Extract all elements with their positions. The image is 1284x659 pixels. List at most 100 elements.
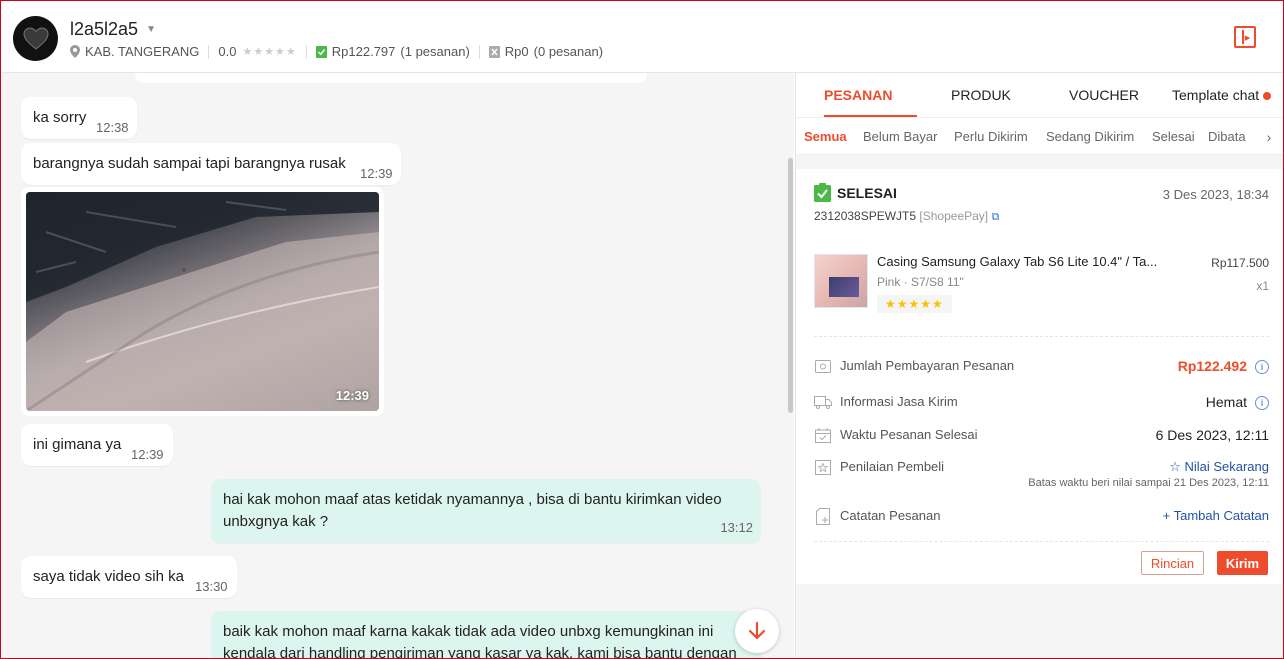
order-detail-button[interactable]: Rincian <box>1141 551 1204 575</box>
buyer-meta: KAB. TANGERANG 0.0 ★★★★★ Rp122.797 (1 pe… <box>70 44 603 59</box>
buyer-review-label: Penilaian Pembeli <box>840 459 945 474</box>
truck-icon <box>814 394 832 410</box>
unpaid-amount: Rp0 <box>504 44 529 59</box>
message-time: 13:12 <box>720 520 753 535</box>
external-link-icon[interactable]: ⧉ <box>991 211 999 223</box>
subtab-dibatalkan[interactable]: Dibata <box>1208 129 1246 144</box>
divider <box>305 44 307 59</box>
note-icon <box>814 507 832 525</box>
payment-total-value: Rp122.492 i <box>1177 358 1269 375</box>
message-text: ka sorry <box>33 109 87 126</box>
subtab-belum-bayar[interactable]: Belum Bayar <box>863 129 937 144</box>
payment-method: [ShopeePay] <box>919 209 989 223</box>
unpaid-count: (0 pesanan) <box>533 44 604 59</box>
tab-produk[interactable]: PRODUK <box>951 87 1011 103</box>
divider <box>478 44 480 59</box>
calendar-check-icon <box>814 427 832 443</box>
shipping-method: Hemat <box>1205 394 1247 410</box>
order-complete-icon <box>814 183 831 202</box>
order-id: 2312038SPEWJT5 <box>814 209 917 223</box>
heart-icon <box>22 26 49 50</box>
unpaid-order-icon <box>488 45 500 58</box>
send-order-button[interactable]: Kirim <box>1217 551 1268 575</box>
message-time: 12:39 <box>131 447 164 462</box>
notification-dot <box>1263 92 1272 101</box>
product-item[interactable]: Casing Samsung Galaxy Tab S6 Lite 10.4" … <box>814 254 1269 324</box>
username: l2a5l2a5 <box>70 19 139 39</box>
username-dropdown[interactable]: l2a5l2a5 ▼ <box>70 19 156 40</box>
message-incoming[interactable]: ini gimana ya 12:39 <box>21 424 173 466</box>
message-time: 12:39 <box>335 388 369 403</box>
message-text: hai kak mohon maaf atas ketidak nyamanny… <box>223 491 722 530</box>
buyer-review-row: Penilaian Pembeli ☆ Nilai Sekarang Batas… <box>814 459 1269 495</box>
product-rating-stars: ★★★★★ <box>877 295 952 313</box>
message-text: ini gimana ya <box>33 436 122 453</box>
message-text: saya tidak video sih ka <box>33 568 184 585</box>
message-incoming[interactable]: ka sorry 12:38 <box>21 97 137 139</box>
payment-icon <box>814 358 832 374</box>
scrollbar-thumb[interactable] <box>788 158 793 413</box>
payment-total-label: Jumlah Pembayaran Pesanan <box>840 358 1015 373</box>
subtab-perlu-dikirim[interactable]: Perlu Dikirim <box>954 129 1028 144</box>
message-time: 12:38 <box>96 120 129 135</box>
collapse-panel-button[interactable]: ▸ <box>1234 26 1256 48</box>
subtab-sedang-dikirim[interactable]: Sedang Dikirim <box>1046 129 1134 144</box>
info-icon[interactable]: i <box>1255 360 1269 375</box>
arrow-down-icon <box>748 621 766 640</box>
tab-label: Template chat <box>1172 87 1260 103</box>
order-note-label: Catatan Pesanan <box>840 508 941 523</box>
subtab-semua[interactable]: Semua <box>804 129 847 144</box>
buyer-rating: 0.0 <box>218 44 237 59</box>
rate-now-link[interactable]: ☆ Nilai Sekarang <box>1169 459 1269 475</box>
avatar[interactable] <box>13 16 58 61</box>
product-thumbnail[interactable] <box>814 254 868 308</box>
product-quantity: x1 <box>1256 279 1269 293</box>
arrow-right-icon: ▸ <box>1244 31 1251 44</box>
divider <box>208 44 210 59</box>
message-outgoing[interactable]: baik kak mohon maaf karna kakak tidak ad… <box>211 611 761 658</box>
message-time: 12:39 <box>360 166 393 181</box>
message-time: 13:30 <box>195 579 228 594</box>
divider <box>814 541 1269 542</box>
message-incoming[interactable]: saya tidak video sih ka 13:30 <box>21 556 237 598</box>
product-variant: Pink · S7/S8 11" <box>877 275 964 289</box>
shipping-value: Hemat i <box>1205 394 1269 411</box>
rating-stars-icon: ★★★★★ <box>242 46 297 58</box>
payment-total-amount: Rp122.492 <box>1177 358 1247 374</box>
paid-count: (1 pesanan) <box>400 44 470 59</box>
chat-window: l2a5l2a5 ▼ KAB. TANGERANG 0.0 ★★★★★ Rp12… <box>0 0 1284 659</box>
product-photo[interactable]: 12:39 <box>26 192 379 411</box>
scroll-to-bottom-button[interactable] <box>735 609 779 653</box>
tab-template-chat[interactable]: Template chat <box>1172 87 1272 103</box>
product-name: Casing Samsung Galaxy Tab S6 Lite 10.4" … <box>877 254 1158 269</box>
chat-scrollbar[interactable] <box>786 73 794 658</box>
message-bubble-partial <box>135 73 647 83</box>
tab-pesanan[interactable]: PESANAN <box>824 87 892 103</box>
panel-tabs: PESANAN PRODUK VOUCHER Template chat <box>796 73 1283 118</box>
message-incoming[interactable]: barangnya sudah sampai tapi barangnya ru… <box>21 143 401 185</box>
message-text: barangnya sudah sampai tapi barangnya ru… <box>33 155 346 172</box>
order-card: SELESAI 3 Des 2023, 18:34 2312038SPEWJT5… <box>796 169 1283 584</box>
info-icon[interactable]: i <box>1255 396 1269 411</box>
shipping-info-row: Informasi Jasa Kirim Hemat i <box>814 394 1269 414</box>
order-date: 3 Des 2023, 18:34 <box>1162 187 1269 202</box>
add-note-link[interactable]: + Tambah Catatan <box>1163 508 1269 523</box>
chat-messages[interactable]: ka sorry 12:38 barangnya sudah sampai ta… <box>2 73 794 658</box>
shipping-label: Informasi Jasa Kirim <box>840 394 958 409</box>
completion-time-row: Waktu Pesanan Selesai 6 Des 2023, 12:11 <box>814 427 1269 447</box>
buyer-location: KAB. TANGERANG <box>85 44 200 59</box>
order-status-filter: Semua Belum Bayar Perlu Dikirim Sedang D… <box>796 118 1283 155</box>
divider <box>814 336 1269 337</box>
tab-voucher[interactable]: VOUCHER <box>1069 87 1139 103</box>
order-note-row: Catatan Pesanan + Tambah Catatan <box>814 507 1269 528</box>
payment-total-row: Jumlah Pembayaran Pesanan Rp122.492 i <box>814 358 1269 378</box>
message-image[interactable]: 12:39 <box>21 187 384 416</box>
order-id-row: 2312038SPEWJT5 [ShopeePay] ⧉ <box>814 209 999 224</box>
subtab-selesai[interactable]: Selesai <box>1152 129 1195 144</box>
message-outgoing[interactable]: hai kak mohon maaf atas ketidak nyamanny… <box>211 479 761 543</box>
chevron-right-icon[interactable]: › <box>1253 118 1283 154</box>
product-price: Rp117.500 <box>1211 256 1269 270</box>
active-tab-indicator <box>824 115 917 117</box>
location-pin-icon <box>70 45 80 58</box>
review-star-icon <box>814 459 832 475</box>
